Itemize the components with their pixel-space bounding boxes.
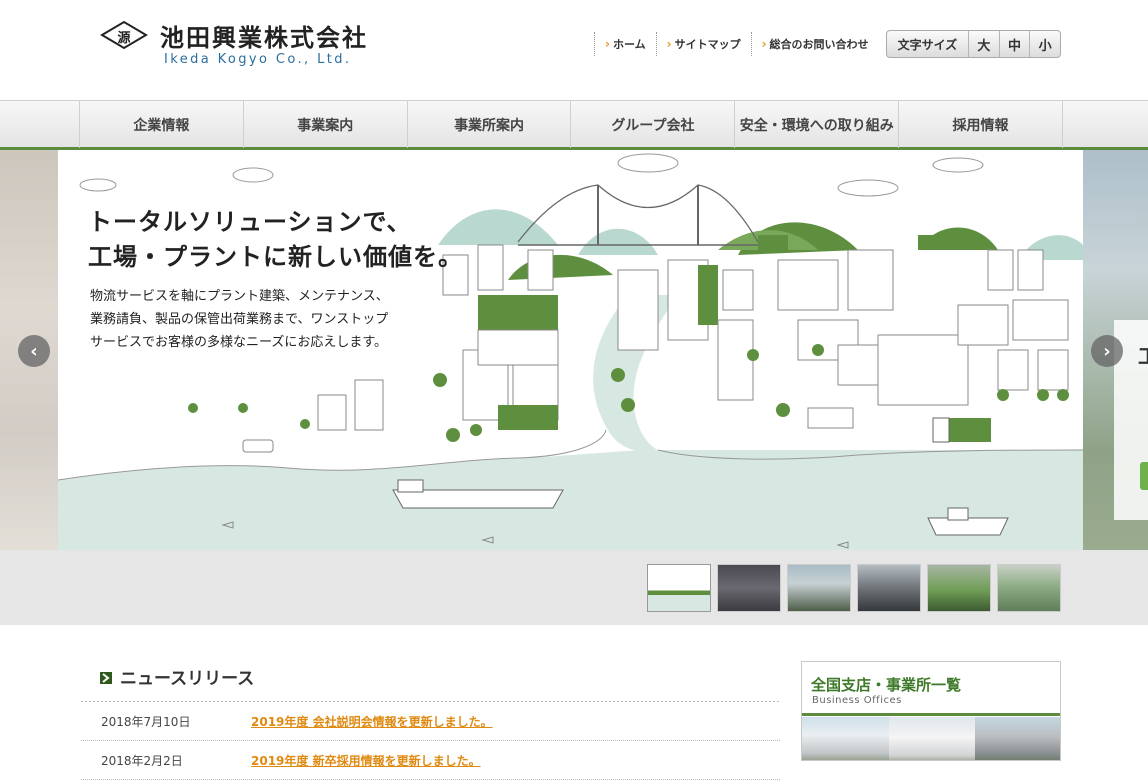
- thumbnail-cargo-loading[interactable]: [857, 564, 921, 612]
- hero-title: トータルソリューションで、 工場・プラントに新しい価値を。: [88, 205, 463, 275]
- util-link-label: 総合のお問い合わせ: [769, 38, 869, 51]
- chevron-right-icon: ›: [761, 37, 767, 51]
- logo-mark-text: 源: [117, 31, 131, 46]
- office-photo: [802, 717, 889, 760]
- font-size-medium-button[interactable]: 中: [1000, 31, 1031, 57]
- company-name: 池田興業株式会社: [160, 24, 368, 52]
- chevron-right-icon: ›: [605, 37, 610, 51]
- thumbnail-worker-portrait[interactable]: [997, 564, 1061, 612]
- chevron-right-icon: ›: [1103, 340, 1111, 362]
- news-item: 2018年2月2日 2019年度 新卒採用情報を更新しました。: [81, 741, 780, 780]
- font-size-switcher: 文字サイズ 大 中 小: [886, 30, 1061, 58]
- global-nav: 企業情報 事業案内 事業所案内 グループ会社 安全・環境への取り組み 採用情報: [0, 100, 1148, 150]
- hero-desc-line: 業務請負、製品の保管出荷業務まで、ワンストップ: [90, 311, 389, 327]
- news-section-title: ニュースリリース: [100, 664, 254, 689]
- hero-title-line: 工場・プラントに新しい価値を。: [88, 242, 463, 271]
- site-header: 源 池田興業株式会社 Ikeda Kogyo Co., Ltd. › ホーム › サ…: [0, 0, 1148, 100]
- util-link-sitemap[interactable]: › サイトマップ: [655, 32, 751, 56]
- offices-banner[interactable]: 全国支店・事業所一覧 Business Offices: [801, 661, 1061, 761]
- chevron-right-icon: ›: [666, 37, 672, 51]
- nav-item-company[interactable]: 企業情報: [80, 101, 244, 148]
- slider-prev-button[interactable]: ‹: [18, 335, 50, 367]
- utility-nav: › ホーム › サイトマップ › 総合のお問い合わせ: [594, 32, 879, 56]
- thumbnail-truck-fleet[interactable]: [927, 564, 991, 612]
- util-link-label: サイトマップ: [674, 38, 741, 51]
- nav-item-offices[interactable]: 事業所案内: [408, 101, 572, 148]
- news-date: 2018年2月2日: [101, 753, 183, 768]
- util-link-contact[interactable]: › 総合のお問い合わせ: [750, 32, 879, 56]
- news-link[interactable]: 2019年度 新卒採用情報を更新しました。: [251, 752, 481, 769]
- office-photo: [888, 717, 976, 760]
- nav-item-recruit[interactable]: 採用情報: [899, 101, 1063, 148]
- nav-item-group[interactable]: グループ会社: [571, 101, 736, 148]
- nav-item-business[interactable]: 事業案内: [244, 101, 408, 148]
- next-slide-card-text: 工: [1138, 340, 1148, 369]
- thumbnail-plant-exterior[interactable]: [787, 564, 851, 612]
- offices-title: 全国支店・事業所一覧: [811, 676, 962, 694]
- font-size-label: 文字サイズ: [887, 31, 969, 57]
- news-title-text: ニュースリリース: [120, 669, 255, 689]
- hero-slide: トータルソリューションで、 工場・プラントに新しい価値を。 物流サービスを軸にプ…: [58, 150, 1083, 550]
- slide-thumbnails: [647, 564, 1061, 612]
- logo-mark-icon: 源: [100, 20, 148, 50]
- thumbnail-illustration-city[interactable]: [647, 564, 711, 612]
- chevron-left-icon: ‹: [30, 340, 38, 362]
- util-link-home[interactable]: › ホーム: [594, 32, 656, 56]
- offices-photos: [802, 717, 1060, 760]
- hero-desc-line: 物流サービスを軸にプラント建築、メンテナンス、: [90, 289, 389, 304]
- thumbnail-warehouse-interior[interactable]: [717, 564, 781, 612]
- office-photo: [975, 717, 1060, 760]
- font-size-small-button[interactable]: 小: [1030, 31, 1060, 57]
- util-link-label: ホーム: [612, 38, 646, 51]
- hero-title-line: トータルソリューションで、: [88, 208, 412, 236]
- offices-subtitle: Business Offices: [812, 695, 902, 706]
- news-marker-icon: [100, 670, 112, 684]
- font-size-large-button[interactable]: 大: [969, 31, 1000, 57]
- nav-item-safety[interactable]: 安全・環境への取り組み: [735, 101, 900, 148]
- offices-divider: [802, 713, 1060, 716]
- hero-description: 物流サービスを軸にプラント建築、メンテナンス、 業務請負、製品の保管出荷業務まで…: [90, 286, 389, 354]
- news-item: 2018年7月10日 2019年度 会社説明会情報を更新しました。: [81, 702, 780, 741]
- next-slide-card-button: [1140, 462, 1148, 490]
- company-name-en: Ikeda Kogyo Co., Ltd.: [164, 52, 352, 67]
- news-date: 2018年7月10日: [101, 714, 191, 729]
- hero-desc-line: サービスでお客様の多様なニーズにお応えします。: [90, 334, 388, 350]
- company-logo[interactable]: 源 池田興業株式会社 Ikeda Kogyo Co., Ltd.: [100, 18, 400, 74]
- news-link[interactable]: 2019年度 会社説明会情報を更新しました。: [251, 713, 493, 730]
- slider-next-button[interactable]: ›: [1091, 335, 1123, 367]
